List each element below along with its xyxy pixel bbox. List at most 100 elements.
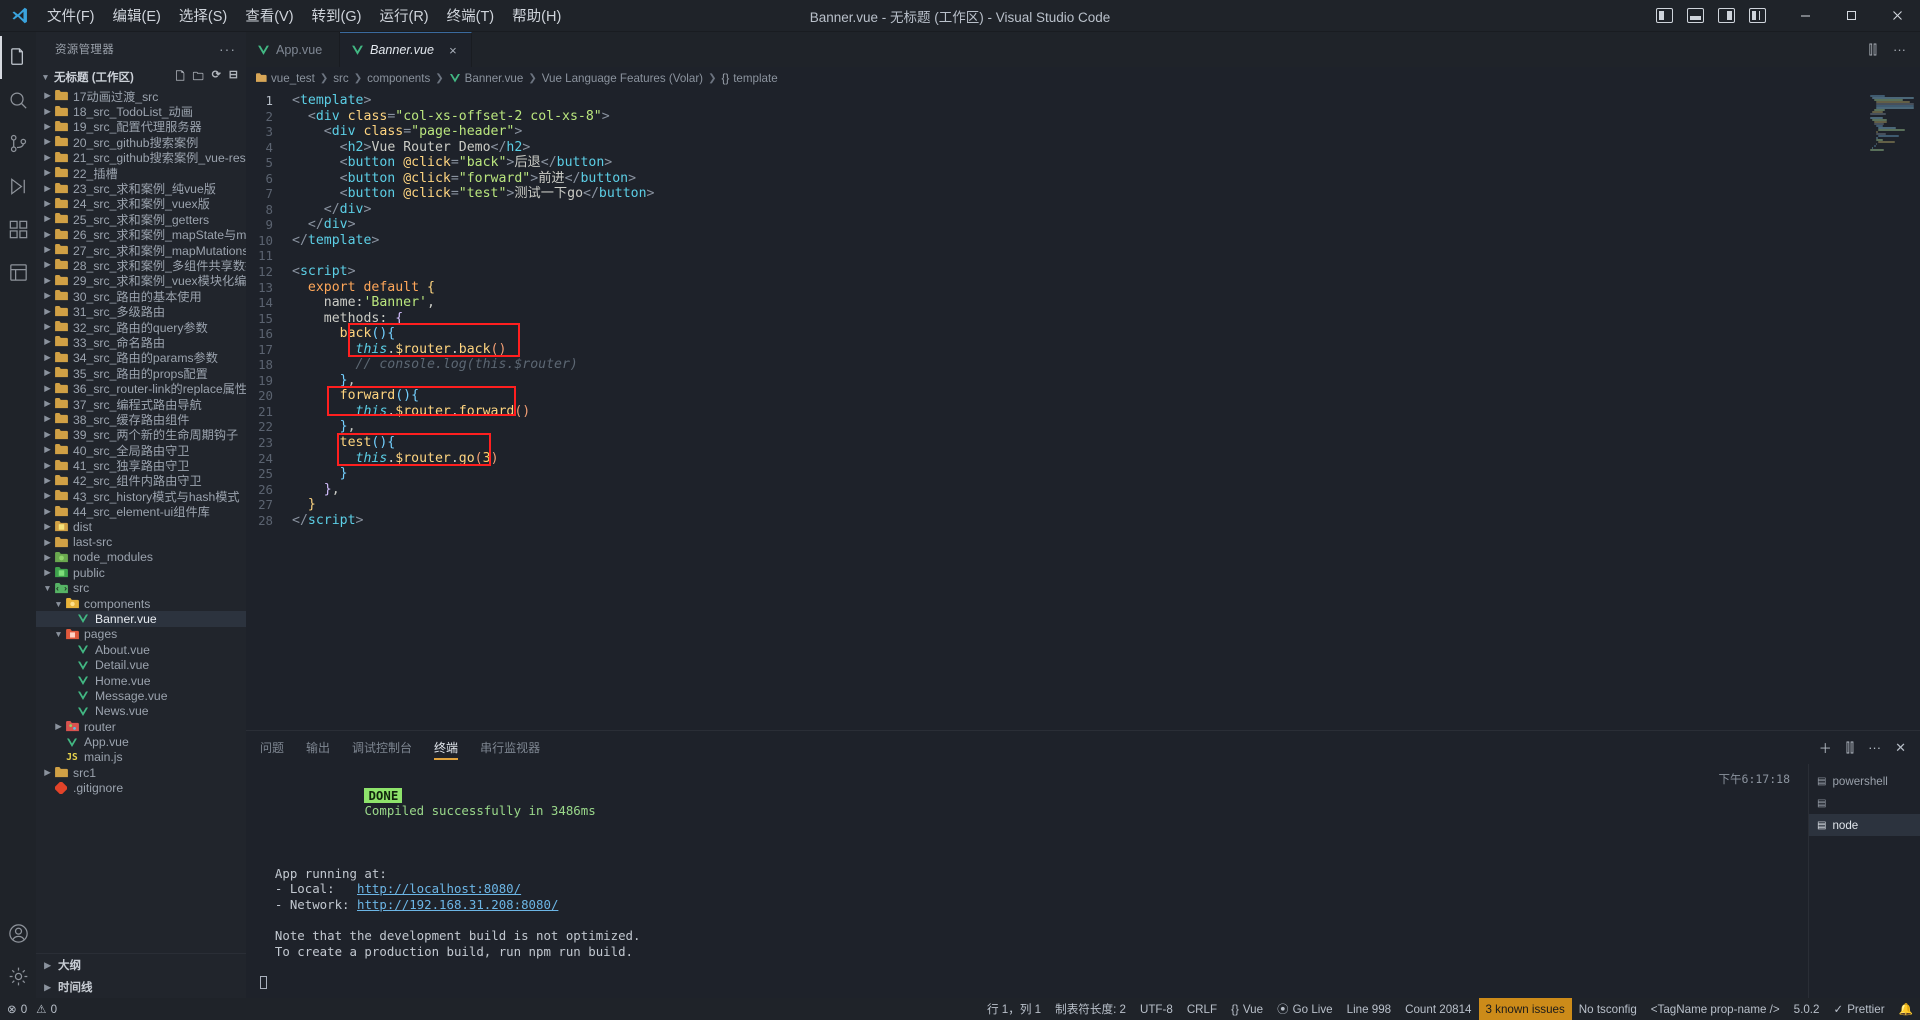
code-line[interactable]: 10</template> — [246, 233, 1864, 249]
folder-tree-item[interactable]: ▶40_src_全局路由守卫 — [36, 442, 246, 457]
code-line[interactable]: 14 name:'Banner', — [246, 295, 1864, 311]
code-line[interactable]: 2 <div class="col-xs-offset-2 col-xs-8"> — [246, 109, 1864, 125]
folder-tree-item[interactable]: ▶18_src_TodoList_动画 — [36, 103, 246, 118]
minimap[interactable] — [1864, 89, 1920, 730]
menu-terminal[interactable]: 终端(T) — [438, 0, 504, 31]
folder-tree-item[interactable]: ▶31_src_多级路由 — [36, 303, 246, 318]
menu-view[interactable]: 查看(V) — [236, 0, 302, 31]
folder-tree-item[interactable]: ▶node_modules — [36, 550, 246, 565]
sidebar-item-search[interactable] — [0, 79, 36, 122]
folder-tree-item[interactable]: ▶last-src — [36, 534, 246, 549]
breadcrumb-item-project[interactable]: vue_test — [256, 72, 315, 85]
tab-terminal[interactable]: 终端 — [434, 731, 458, 764]
accounts-button[interactable] — [0, 912, 36, 955]
folder-tree-item[interactable]: ▶43_src_history模式与hash模式 — [36, 488, 246, 503]
folder-tree-item[interactable]: ▶30_src_路由的基本使用 — [36, 288, 246, 303]
file-tree-item[interactable]: ▶News.vue — [36, 704, 246, 719]
tab-output[interactable]: 输出 — [306, 731, 330, 764]
close-button[interactable] — [1874, 0, 1920, 32]
breadcrumb-item-components[interactable]: components — [367, 72, 430, 85]
terminal-tab-node[interactable]: ▤ node — [1809, 814, 1920, 836]
folder-tree-item[interactable]: ▶21_src_github搜索案例_vue-resource — [36, 150, 246, 165]
file-tree-item[interactable]: ▶Message.vue — [36, 688, 246, 703]
status-cursor-position[interactable]: 行 1，列 1 — [980, 998, 1048, 1020]
status-go-live[interactable]: ⦿ Go Live — [1270, 998, 1340, 1020]
toggle-secondary-sidebar-icon[interactable] — [1718, 8, 1735, 23]
folder-tree-item[interactable]: ▶36_src_router-link的replace属性 — [36, 380, 246, 395]
file-tree[interactable]: ▶17动画过渡_src▶18_src_TodoList_动画▶19_src_配置… — [36, 88, 246, 953]
split-terminal-icon[interactable]: ⫿⫿ — [1846, 740, 1854, 756]
sidebar-item-extensions[interactable] — [0, 208, 36, 251]
breadcrumb-item-file[interactable]: Banner.vue — [449, 72, 524, 85]
close-panel-icon[interactable]: ✕ — [1895, 740, 1906, 756]
terminal-tab-blank[interactable]: ▤ — [1809, 792, 1920, 814]
code-line[interactable]: 9 </div> — [246, 217, 1864, 233]
toggle-primary-sidebar-icon[interactable] — [1656, 8, 1673, 23]
code-line[interactable]: 24 this.$router.go(3) — [246, 451, 1864, 467]
folder-tree-item[interactable]: ▶22_插槽 — [36, 165, 246, 180]
code-line[interactable]: 25 } — [246, 466, 1864, 482]
outline-section[interactable]: ▶ 大纲 — [36, 954, 246, 976]
code-line[interactable]: 1<template> — [246, 93, 1864, 109]
status-tagname-propname[interactable]: <TagName prop-name /> — [1644, 998, 1787, 1020]
sidebar-item-explorer[interactable] — [0, 36, 36, 79]
code-line[interactable]: 8 </div> — [246, 202, 1864, 218]
file-tree-item[interactable]: ▶App.vue — [36, 734, 246, 749]
file-tree-item[interactable]: ▶JSmain.js — [36, 750, 246, 765]
code-line[interactable]: 22 }, — [246, 419, 1864, 435]
breadcrumb-item-language[interactable]: Vue Language Features (Volar) — [542, 72, 703, 85]
code-line[interactable]: 11 — [246, 248, 1864, 264]
menu-file[interactable]: 文件(F) — [38, 0, 104, 31]
folder-tree-item[interactable]: ▶32_src_路由的query参数 — [36, 319, 246, 334]
file-tree-item[interactable]: ▶.gitignore — [36, 781, 246, 796]
code-line[interactable]: 13 export default { — [246, 280, 1864, 296]
folder-tree-item[interactable]: ▶44_src_element-ui组件库 — [36, 504, 246, 519]
code-line[interactable]: 4 <h2>Vue Router Demo</h2> — [246, 140, 1864, 156]
folder-tree-item[interactable]: ▶25_src_求和案例_getters — [36, 211, 246, 226]
tab-problems[interactable]: 问题 — [260, 731, 284, 764]
file-tree-item[interactable]: ▶Home.vue — [36, 673, 246, 688]
folder-tree-item[interactable]: ▶28_src_求和案例_多组件共享数据 — [36, 257, 246, 272]
manage-settings-button[interactable] — [0, 955, 36, 998]
folder-tree-item[interactable]: ▼components — [36, 596, 246, 611]
folder-tree-item[interactable]: ▶20_src_github搜索案例 — [36, 134, 246, 149]
sidebar-item-run-and-debug[interactable] — [0, 165, 36, 208]
maximize-button[interactable] — [1828, 0, 1874, 32]
folder-tree-item[interactable]: ▶29_src_求和案例_vuex模块化编码 — [36, 273, 246, 288]
folder-tree-item[interactable]: ▼pages — [36, 627, 246, 642]
status-line-count[interactable]: Line 998 — [1340, 998, 1398, 1020]
tab-serial-monitor[interactable]: 串行监视器 — [480, 731, 540, 764]
toggle-panel-icon[interactable] — [1687, 8, 1704, 23]
code-line[interactable]: 6 <button @click="forward">前进</button> — [246, 171, 1864, 187]
file-tree-item[interactable]: ▶Banner.vue — [36, 611, 246, 626]
folder-tree-item[interactable]: ▶router — [36, 719, 246, 734]
status-encoding[interactable]: UTF-8 — [1133, 998, 1180, 1020]
tab-banner-vue[interactable]: Banner.vue × — [340, 32, 472, 67]
folder-tree-item[interactable]: ▶24_src_求和案例_vuex版 — [36, 196, 246, 211]
code-line[interactable]: 26 }, — [246, 482, 1864, 498]
folder-tree-item[interactable]: ▶26_src_求和案例_mapState与mapGetters — [36, 227, 246, 242]
code-line[interactable]: 17 this.$router.back() — [246, 342, 1864, 358]
folder-tree-item[interactable]: ▶37_src_编程式路由导航 — [36, 396, 246, 411]
sidebar-item-source-control[interactable] — [0, 122, 36, 165]
status-known-issues[interactable]: 3 known issues — [1479, 998, 1572, 1020]
folder-tree-item[interactable]: ▶42_src_组件内路由守卫 — [36, 473, 246, 488]
close-icon[interactable]: × — [446, 43, 460, 58]
code-content[interactable]: 1<template>2 <div class="col-xs-offset-2… — [246, 89, 1864, 730]
status-tsconfig[interactable]: No tsconfig — [1572, 998, 1644, 1020]
collapse-all-icon[interactable]: ⊟ — [229, 68, 238, 87]
folder-tree-item[interactable]: ▶35_src_路由的props配置 — [36, 365, 246, 380]
file-tree-item[interactable]: ▶Detail.vue — [36, 657, 246, 672]
code-line[interactable]: 20 forward(){ — [246, 388, 1864, 404]
timeline-section[interactable]: ▶ 时间线 — [36, 976, 246, 998]
status-indentation[interactable]: 制表符长度: 2 — [1048, 998, 1133, 1020]
code-line[interactable]: 23 test(){ — [246, 435, 1864, 451]
sidebar-more-actions-icon[interactable]: ··· — [219, 41, 240, 57]
new-folder-icon[interactable]: 🗀 — [193, 68, 204, 87]
folder-tree-item[interactable]: ▶public — [36, 565, 246, 580]
terminal-tab-powershell[interactable]: ▤ powershell — [1809, 770, 1920, 792]
tab-app-vue[interactable]: App.vue — [246, 32, 340, 67]
code-line[interactable]: 3 <div class="page-header"> — [246, 124, 1864, 140]
code-editor[interactable]: 1<template>2 <div class="col-xs-offset-2… — [246, 89, 1920, 730]
status-eol[interactable]: CRLF — [1180, 998, 1224, 1020]
